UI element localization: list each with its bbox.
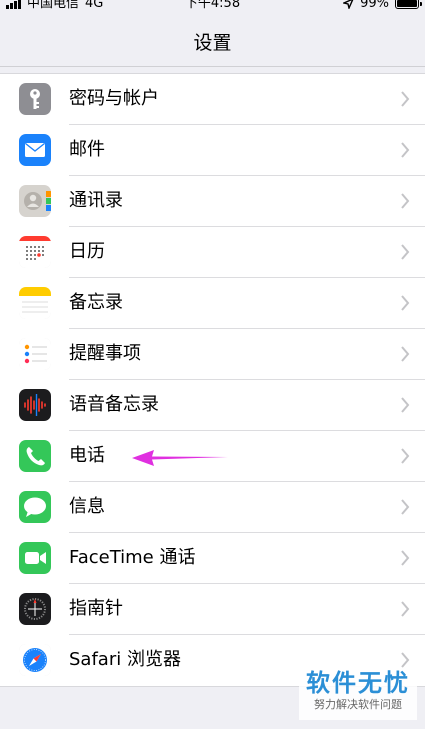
voice-memos-icon <box>19 389 51 421</box>
settings-row-facetime[interactable]: FaceTime 通话 <box>0 533 425 584</box>
settings-row-label: 密码与帐户 <box>69 88 159 109</box>
settings-row-notes[interactable]: 备忘录 <box>0 278 425 329</box>
key-icon <box>19 83 51 115</box>
contacts-icon <box>19 185 51 217</box>
settings-row-label: 提醒事项 <box>69 343 141 364</box>
battery-icon <box>395 0 422 9</box>
compass-icon <box>19 593 51 625</box>
chevron-right-icon <box>401 448 410 464</box>
battery-percent: 99% <box>360 0 389 11</box>
page-title: 设置 <box>193 32 232 54</box>
settings-row-compass[interactable]: 指南针 <box>0 584 425 635</box>
notes-icon <box>19 287 51 319</box>
facetime-icon <box>19 542 51 574</box>
chevron-right-icon <box>401 652 410 668</box>
reminders-icon <box>19 338 51 370</box>
safari-icon <box>19 644 51 676</box>
chevron-right-icon <box>401 193 410 209</box>
settings-row-label: 邮件 <box>69 139 105 160</box>
settings-row-label: FaceTime 通话 <box>69 547 196 568</box>
chevron-right-icon <box>401 499 410 515</box>
settings-row-mail[interactable]: 邮件 <box>0 125 425 176</box>
settings-row-label: 电话 <box>69 445 105 466</box>
settings-row-passwords[interactable]: 密码与帐户 <box>0 74 425 125</box>
settings-row-label: 通讯录 <box>69 190 123 211</box>
nav-divider <box>0 66 425 67</box>
location-icon <box>343 0 354 9</box>
mail-icon <box>19 134 51 166</box>
calendar-icon <box>19 236 51 268</box>
settings-row-label: 指南针 <box>69 598 123 619</box>
settings-list: 密码与帐户 邮件 通讯录 日历 备忘录 提醒事项 语音备忘录 电话 信息 Fac… <box>0 73 425 687</box>
settings-row-label: 语音备忘录 <box>69 394 159 415</box>
status-bar: 中国电信 4G 下午4:58 99% <box>0 0 425 14</box>
settings-row-label: 日历 <box>69 241 105 262</box>
chevron-right-icon <box>401 397 410 413</box>
annotation-arrow-icon <box>132 450 228 466</box>
watermark-title: 软件无忧 <box>306 669 410 697</box>
settings-row-calendar[interactable]: 日历 <box>0 227 425 278</box>
settings-row-contacts[interactable]: 通讯录 <box>0 176 425 227</box>
settings-row-label: 信息 <box>69 496 105 517</box>
chevron-right-icon <box>401 550 410 566</box>
chevron-right-icon <box>401 601 410 617</box>
watermark-subtitle: 努力解决软件问题 <box>314 698 402 711</box>
settings-row-messages[interactable]: 信息 <box>0 482 425 533</box>
watermark: 软件无忧 努力解决软件问题 <box>299 668 417 720</box>
settings-row-label: 备忘录 <box>69 292 123 313</box>
settings-row-label: Safari 浏览器 <box>69 649 181 670</box>
chevron-right-icon <box>401 142 410 158</box>
settings-row-reminders[interactable]: 提醒事项 <box>0 329 425 380</box>
chevron-right-icon <box>401 346 410 362</box>
messages-icon <box>19 491 51 523</box>
phone-icon <box>19 440 51 472</box>
chevron-right-icon <box>401 244 410 260</box>
chevron-right-icon <box>401 295 410 311</box>
chevron-right-icon <box>401 91 410 107</box>
settings-row-voice-memos[interactable]: 语音备忘录 <box>0 380 425 431</box>
